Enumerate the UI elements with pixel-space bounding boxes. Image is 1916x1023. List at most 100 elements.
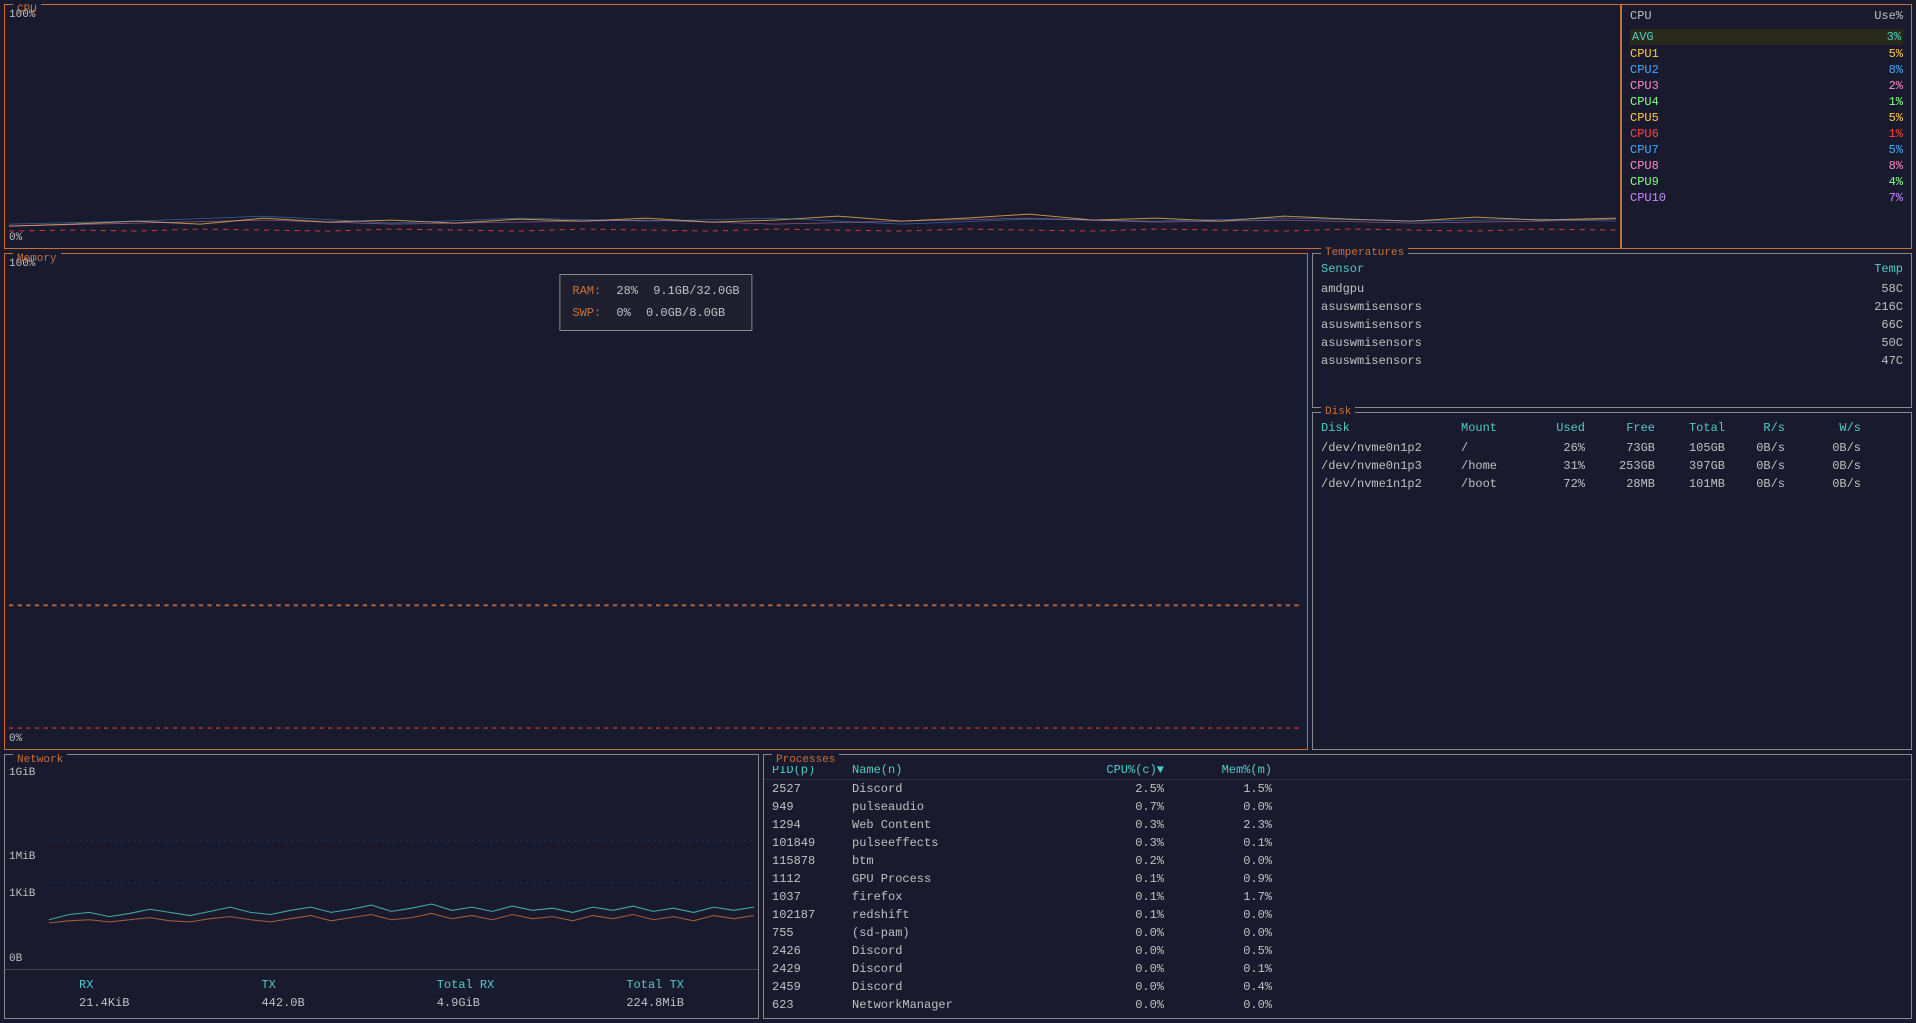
proc-name-8: (sd-pam) xyxy=(852,926,1052,940)
proc-pid-9: 2426 xyxy=(772,944,852,958)
cpu1-row: CPU1 5% xyxy=(1630,47,1903,61)
temp-value-1: 216C xyxy=(1874,300,1903,314)
cpu-list-panel: CPU Use% AVG 3% CPU1 5% CPU2 8% CPU3 2% … xyxy=(1621,5,1911,248)
disk-2-used: 72% xyxy=(1541,477,1601,491)
proc-pid-10: 2429 xyxy=(772,962,852,976)
disk-1-rs: 0B/s xyxy=(1741,459,1801,473)
cpu7-row: CPU7 5% xyxy=(1630,143,1903,157)
cpu3-value: 2% xyxy=(1889,79,1903,93)
proc-cpu-12: 0.0% xyxy=(1052,998,1172,1012)
proc-name-6: firefox xyxy=(852,890,1052,904)
proc-row-11[interactable]: 2459 Discord 0.0% 0.4% xyxy=(772,978,1903,996)
proc-pid-6: 1037 xyxy=(772,890,852,904)
disk-1-used: 31% xyxy=(1541,459,1601,473)
disk-0-disk: /dev/nvme0n1p2 xyxy=(1321,441,1461,455)
temp-value-4: 47C xyxy=(1881,354,1903,368)
net-y-1mib: 1MiB xyxy=(9,851,35,863)
ram-overlay: RAM: 28% 9.1GB/32.0GB SWP: 0% 0.0GB/8.0G… xyxy=(559,274,752,331)
disk-header-ws: W/s xyxy=(1801,421,1861,435)
temp-value-2: 66C xyxy=(1881,318,1903,332)
cpu8-row: CPU8 8% xyxy=(1630,159,1903,173)
proc-cpu-10: 0.0% xyxy=(1052,962,1172,976)
cpu4-label: CPU4 xyxy=(1630,95,1659,109)
proc-row-5[interactable]: 1112 GPU Process 0.1% 0.9% xyxy=(772,870,1903,888)
proc-mem-7: 0.0% xyxy=(1172,908,1272,922)
proc-mem-2: 2.3% xyxy=(1172,818,1272,832)
disk-header-used: Used xyxy=(1541,421,1601,435)
proc-row-2[interactable]: 1294 Web Content 0.3% 2.3% xyxy=(772,816,1903,834)
proc-mem-12: 0.0% xyxy=(1172,998,1272,1012)
temp-header-sensor: Sensor xyxy=(1321,262,1364,276)
proc-row-9[interactable]: 2426 Discord 0.0% 0.5% xyxy=(772,942,1903,960)
proc-row-0[interactable]: 2527 Discord 2.5% 1.5% xyxy=(772,780,1903,798)
proc-mem-8: 0.0% xyxy=(1172,926,1272,940)
memory-percent-top: 100% xyxy=(9,258,35,270)
disk-2-mount: /boot xyxy=(1461,477,1541,491)
middle-row: Memory 100% 0% RAM: 28% 9.1GB/32.0GB SWP… xyxy=(4,253,1912,750)
memory-section: Memory 100% 0% RAM: 28% 9.1GB/32.0GB SWP… xyxy=(4,253,1308,750)
proc-row-8[interactable]: 755 (sd-pam) 0.0% 0.0% xyxy=(772,924,1903,942)
cpu5-row: CPU5 5% xyxy=(1630,111,1903,125)
disk-header-total: Total xyxy=(1671,421,1741,435)
swap-percent: 0% xyxy=(616,306,630,320)
proc-name-2: Web Content xyxy=(852,818,1052,832)
disk-header-disk: Disk xyxy=(1321,421,1461,435)
main-layout: CPU 100% 0% CPU Use% AVG 3% xyxy=(0,0,1916,1023)
proc-row-12[interactable]: 623 NetworkManager 0.0% 0.0% xyxy=(772,996,1903,1014)
net-y-0: 0B xyxy=(9,953,22,965)
temp-sensor-3: asuswmisensors xyxy=(1321,336,1422,350)
swap-used: 0.0GB/8.0GB xyxy=(646,306,725,320)
disk-section-label: Disk xyxy=(1321,406,1355,418)
proc-cpu-4: 0.2% xyxy=(1052,854,1172,868)
processes-section-label: Processes xyxy=(772,754,839,766)
cpu-percent-top: 100% xyxy=(9,9,35,21)
disk-2-free: 28MB xyxy=(1601,477,1671,491)
proc-row-4[interactable]: 115878 btm 0.2% 0.0% xyxy=(772,852,1903,870)
proc-header-cpu[interactable]: CPU%(c)▼ xyxy=(1052,763,1172,777)
cpu10-label: CPU10 xyxy=(1630,191,1666,205)
cpu-header-use: Use% xyxy=(1874,9,1903,23)
disk-row-2: /dev/nvme1n1p2 /boot 72% 28MB 101MB 0B/s… xyxy=(1321,477,1903,491)
network-tx-label: TX xyxy=(261,978,304,992)
cpu9-row: CPU9 4% xyxy=(1630,175,1903,189)
cpu-avg-row: AVG 3% xyxy=(1630,29,1903,45)
disk-row-0: /dev/nvme0n1p2 / 26% 73GB 105GB 0B/s 0B/… xyxy=(1321,441,1903,455)
ram-label: RAM: xyxy=(572,284,601,298)
proc-pid-11: 2459 xyxy=(772,980,852,994)
proc-mem-4: 0.0% xyxy=(1172,854,1272,868)
disk-1-free: 253GB xyxy=(1601,459,1671,473)
disk-0-total: 105GB xyxy=(1671,441,1741,455)
disk-section: Disk Disk Mount Used Free Total R/s W/s … xyxy=(1312,412,1912,750)
proc-row-6[interactable]: 1037 firefox 0.1% 1.7% xyxy=(772,888,1903,906)
net-y-1kib: 1KiB xyxy=(9,888,35,900)
network-total-rx-value: 4.9GiB xyxy=(437,996,495,1010)
cpu1-value: 5% xyxy=(1889,47,1903,61)
proc-row-3[interactable]: 101849 pulseeffects 0.3% 0.1% xyxy=(772,834,1903,852)
cpu-header-label: CPU xyxy=(1630,9,1652,23)
temp-row-asus-3: asuswmisensors 50C xyxy=(1321,336,1903,350)
proc-row-1[interactable]: 949 pulseaudio 0.7% 0.0% xyxy=(772,798,1903,816)
right-panels: Temperatures Sensor Temp amdgpu 58C asus… xyxy=(1312,253,1912,750)
disk-0-ws: 0B/s xyxy=(1801,441,1861,455)
disk-1-total: 397GB xyxy=(1671,459,1741,473)
disk-header-mount: Mount xyxy=(1461,421,1541,435)
bottom-row: Network 1GiB 1MiB 1KiB 0B xyxy=(4,754,1912,1019)
proc-mem-3: 0.1% xyxy=(1172,836,1272,850)
proc-name-1: pulseaudio xyxy=(852,800,1052,814)
cpu6-value: 1% xyxy=(1889,127,1903,141)
cpu8-value: 8% xyxy=(1889,159,1903,173)
temp-value-3: 50C xyxy=(1881,336,1903,350)
disk-1-mount: /home xyxy=(1461,459,1541,473)
disk-row-1: /dev/nvme0n1p3 /home 31% 253GB 397GB 0B/… xyxy=(1321,459,1903,473)
proc-row-7[interactable]: 102187 redshift 0.1% 0.0% xyxy=(772,906,1903,924)
proc-pid-1: 949 xyxy=(772,800,852,814)
proc-mem-5: 0.9% xyxy=(1172,872,1272,886)
net-y-1gib: 1GiB xyxy=(9,767,35,779)
disk-0-rs: 0B/s xyxy=(1741,441,1801,455)
proc-pid-2: 1294 xyxy=(772,818,852,832)
proc-header-mem[interactable]: Mem%(m) xyxy=(1172,763,1272,777)
cpu8-label: CPU8 xyxy=(1630,159,1659,173)
temp-sensor-1: asuswmisensors xyxy=(1321,300,1422,314)
proc-name-11: Discord xyxy=(852,980,1052,994)
proc-row-10[interactable]: 2429 Discord 0.0% 0.1% xyxy=(772,960,1903,978)
